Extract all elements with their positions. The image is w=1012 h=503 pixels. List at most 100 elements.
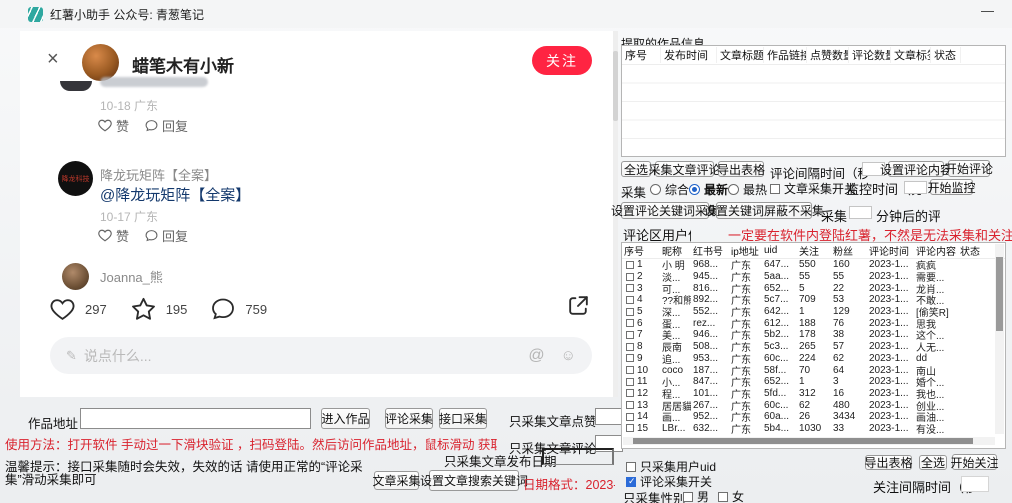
- row-checkbox[interactable]: [626, 378, 634, 386]
- reply-button[interactable]: 回复: [145, 226, 188, 245]
- like-button[interactable]: 赞: [98, 116, 129, 135]
- row-following: 62: [797, 400, 831, 411]
- radio-zonghe[interactable]: 综合: [650, 181, 689, 198]
- row-checkbox[interactable]: [626, 389, 634, 397]
- row-checkbox[interactable]: [626, 413, 634, 421]
- row-checkbox[interactable]: [626, 308, 634, 316]
- row-checkbox[interactable]: [626, 331, 634, 339]
- row-uid: 5aa...: [762, 271, 797, 282]
- minimize-button[interactable]: —: [981, 3, 994, 18]
- export-table-button[interactable]: 导出表格: [718, 161, 764, 177]
- row-index: 8: [637, 341, 643, 352]
- like-label: 赞: [116, 116, 129, 135]
- gender-filter-label: 只采集性别: [623, 488, 686, 503]
- follow-interval-input[interactable]: [961, 476, 989, 492]
- collect-after-input[interactable]: [849, 206, 872, 219]
- comment3-avatar[interactable]: [62, 263, 89, 290]
- author-name[interactable]: 蜡笔木有小新: [132, 52, 234, 77]
- like-button[interactable]: 赞: [98, 226, 129, 245]
- start-comment-button[interactable]: 开始评论: [948, 160, 990, 177]
- vertical-scrollbar-thumb[interactable]: [996, 257, 1003, 331]
- emoji-icon[interactable]: ☺: [561, 347, 576, 364]
- row-checkbox[interactable]: [626, 296, 634, 304]
- works-table-body: [622, 65, 1005, 157]
- male-label: 男: [697, 488, 709, 503]
- api-collect-button[interactable]: 接口采集: [439, 408, 487, 429]
- row-index: 9: [637, 353, 643, 364]
- close-icon[interactable]: ×: [47, 49, 59, 69]
- radio-zuixin[interactable]: 最新: [689, 181, 728, 198]
- row-checkbox[interactable]: [626, 284, 634, 292]
- tip-line2: 集”滑动采集即可: [5, 469, 97, 488]
- export-table-button2[interactable]: 导出表格: [865, 455, 912, 470]
- radio-zuire[interactable]: 最热: [728, 181, 767, 198]
- table-vertical-scrollbar[interactable]: [995, 244, 1004, 434]
- only-date-input[interactable]: [542, 448, 614, 465]
- heart-icon[interactable]: [50, 298, 75, 321]
- row-checkbox[interactable]: [626, 319, 634, 327]
- comment-table-row[interactable]: 15 LBr... 632... 广东 5b4... 1030 33 2023-…: [622, 423, 1005, 435]
- row-uid: 58f...: [762, 365, 797, 376]
- row-following: 55: [797, 271, 831, 282]
- comment2-content[interactable]: @降龙玩矩阵【全案】: [100, 184, 250, 205]
- article-collect-button[interactable]: 文章采集: [374, 471, 419, 490]
- reply-label: 回复: [162, 116, 188, 135]
- reply-button[interactable]: 回复: [145, 116, 188, 135]
- mention-icon[interactable]: @: [528, 347, 544, 365]
- table-horizontal-scrollbar[interactable]: [623, 437, 995, 445]
- set-keyword-collect-button[interactable]: 设置评论关键词采集: [621, 202, 709, 219]
- row-checkbox[interactable]: [626, 273, 634, 281]
- row-checkbox[interactable]: [626, 424, 634, 432]
- start-monitor-button[interactable]: 开始监控: [930, 179, 973, 195]
- author-avatar[interactable]: [82, 44, 119, 81]
- comment-input[interactable]: ✎ 说点什么... @ ☺: [50, 337, 592, 374]
- row-uid: 5fd...: [762, 388, 797, 399]
- comment2-username[interactable]: 降龙玩矩阵【全案】: [100, 165, 217, 184]
- follow-button[interactable]: 关注: [532, 46, 592, 75]
- star-icon[interactable]: [131, 297, 156, 321]
- row-red-id: 945...: [691, 271, 729, 282]
- title-bar: 红薯小助手 公众号: 青葱笔记 —: [0, 0, 1012, 28]
- collect-article-comments-button[interactable]: 采集文章评论: [655, 161, 714, 177]
- comment-count: 759: [245, 302, 267, 317]
- row-index: 12: [637, 388, 648, 399]
- row-uid: 652...: [762, 376, 797, 387]
- radio-zonghe-label: 综合: [665, 181, 689, 198]
- set-keyword-block-button[interactable]: 设置关键词屏蔽不采集: [716, 202, 812, 219]
- comment3-username[interactable]: Joanna_熊: [100, 267, 163, 286]
- row-checkbox[interactable]: [626, 261, 634, 269]
- row-comment-time: 2023-1...: [867, 376, 914, 387]
- works-column-header: 评论数量: [849, 47, 891, 63]
- horizontal-scrollbar-thumb[interactable]: [633, 438, 973, 444]
- set-comment-content-button[interactable]: 设置评论内容: [888, 161, 944, 177]
- only-likes-label: 只采集文章点赞: [509, 411, 597, 430]
- row-comment-time: 2023-1...: [867, 271, 914, 282]
- row-checkbox[interactable]: [626, 354, 634, 362]
- enter-work-button[interactable]: 进入作品: [321, 408, 370, 429]
- comment-collect-button[interactable]: 评论采集: [385, 408, 433, 429]
- share-icon[interactable]: [566, 293, 591, 318]
- row-checkbox[interactable]: [626, 343, 634, 351]
- male-checkbox[interactable]: 男: [683, 488, 709, 503]
- start-follow-button[interactable]: 开始关注: [952, 454, 997, 470]
- row-checkbox[interactable]: [626, 366, 634, 374]
- set-search-keyword-button[interactable]: 设置文章搜索关键词: [429, 470, 519, 491]
- works-table[interactable]: 序号发布时间文章标题作品链接点赞数量评论数量文章标签状态: [621, 45, 1006, 157]
- row-checkbox[interactable]: [626, 401, 634, 409]
- heart-icon: [98, 119, 112, 132]
- radio-zuire-label: 最热: [743, 181, 767, 198]
- article-collect-switch[interactable]: 文章采集开关: [770, 180, 856, 197]
- female-checkbox[interactable]: 女: [718, 488, 744, 503]
- comment-bubble-icon[interactable]: [211, 297, 235, 321]
- work-url-input[interactable]: [80, 408, 311, 429]
- row-index: 14: [637, 411, 648, 422]
- row-red-id: 508...: [691, 341, 729, 352]
- monitor-time-input[interactable]: [904, 181, 927, 194]
- comment-column-header: 评论时间: [867, 243, 914, 258]
- comment2-avatar[interactable]: 降龙科技: [58, 161, 93, 196]
- select-all-button2[interactable]: 全选: [919, 455, 947, 470]
- bubble-icon: [145, 229, 158, 242]
- select-all-button[interactable]: 全选: [621, 161, 651, 177]
- row-red-id: 187...: [691, 365, 729, 376]
- comment-users-table[interactable]: 序号昵称红书号ip地址uid关注粉丝评论时间评论内容状态 1 小 明 968..…: [621, 242, 1006, 449]
